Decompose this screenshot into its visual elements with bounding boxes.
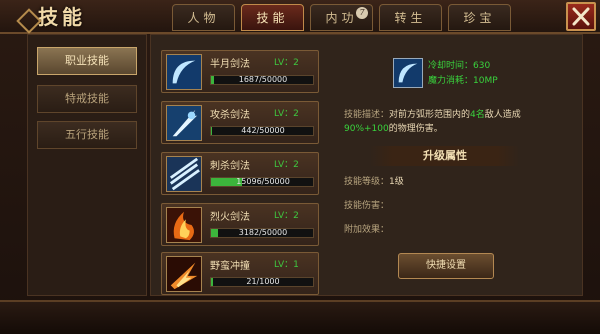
skill-progress-bar: 442/50000 <box>210 126 314 136</box>
tab-label: 珍宝 <box>463 11 496 25</box>
bottom-border <box>0 300 600 334</box>
skill-name: 刺杀剑法 <box>210 161 250 172</box>
skill-level: LV：2 <box>274 160 299 170</box>
close-icon <box>572 7 590 26</box>
description-text: 的物理伤害。 <box>388 124 443 134</box>
tab-label: 技能 <box>256 11 289 25</box>
extra-effect-label: 附加效果： <box>344 225 390 235</box>
skill-progress-text: 1687/50000 <box>238 75 288 84</box>
skill-name: 半月剑法 <box>210 59 250 70</box>
skill-damage-row: 技能伤害： <box>344 198 389 211</box>
skill-progress-bar: 15096/50000 <box>210 177 314 187</box>
skill-progress-text: 3182/50000 <box>238 228 288 237</box>
attack-slash-icon <box>166 105 202 141</box>
skill-level-label: 技能等级： <box>344 177 390 187</box>
half-moon-icon <box>393 58 423 88</box>
skill-level: LV：2 <box>274 211 299 221</box>
thrust-slash-icon <box>166 156 202 192</box>
skill-level: LV：1 <box>274 260 299 270</box>
tab-bar: 人物 技能 内功 7 转生 珍宝 <box>172 4 511 32</box>
barbarian-charge-icon <box>166 256 202 292</box>
skill-name: 野蛮冲撞 <box>210 261 250 272</box>
skill-description: 技能描述：对前方弧形范围内的4名敌人造成 90%+100的物理伤害。 <box>344 108 574 136</box>
window-title-text: 技能 <box>38 5 86 29</box>
category-five-element-skills[interactable]: 五行技能 <box>37 121 137 149</box>
tab-rebirth[interactable]: 转生 <box>379 4 442 31</box>
tab-label: 内功 <box>325 11 358 25</box>
skill-name: 攻杀剑法 <box>210 110 250 121</box>
category-panel: 职业技能 特戒技能 五行技能 <box>27 34 147 296</box>
skill-level-value: 1级 <box>389 177 404 187</box>
extra-effect-row: 附加效果： <box>344 222 389 235</box>
half-moon-icon <box>166 54 202 90</box>
category-label: 五行技能 <box>65 128 109 141</box>
skill-name: 烈火剑法 <box>210 212 250 223</box>
cooldown-text: 冷却时间：630 <box>428 61 491 71</box>
description-highlight: 90%+100 <box>344 124 389 134</box>
tab-character[interactable]: 人物 <box>172 4 235 31</box>
close-button[interactable] <box>566 2 596 31</box>
category-label: 职业技能 <box>65 54 109 67</box>
skill-card[interactable]: 野蛮冲撞 LV：1 21/1000 <box>161 252 319 295</box>
category-ring-skills[interactable]: 特戒技能 <box>37 85 137 113</box>
skill-damage-label: 技能伤害： <box>344 201 390 211</box>
tab-label: 人物 <box>187 11 220 25</box>
tab-skills[interactable]: 技能 <box>241 4 304 31</box>
skill-card[interactable]: 攻杀剑法 LV：2 442/50000 <box>161 101 319 144</box>
upgrade-attributes-header: 升级属性 <box>370 146 520 166</box>
description-text: 敌人造成 <box>484 110 521 120</box>
skill-progress-text: 442/50000 <box>241 126 285 135</box>
skill-progress-bar: 3182/50000 <box>210 228 314 238</box>
skill-progress-text: 15096/50000 <box>236 177 290 186</box>
category-label: 特戒技能 <box>65 92 109 105</box>
skill-list: 半月剑法 LV：2 1687/50000 攻杀剑法 LV：2 442/50000… <box>161 34 321 296</box>
skill-level-row: 技能等级：1级 <box>344 174 404 187</box>
category-class-skills[interactable]: 职业技能 <box>37 47 137 75</box>
skill-progress-bar: 21/1000 <box>210 277 314 287</box>
skill-progress-text: 21/1000 <box>246 277 280 286</box>
mana-cost-text: 魔力消耗：10MP <box>428 76 498 86</box>
description-highlight: 4名 <box>470 110 485 120</box>
window-title: 技能 <box>10 4 130 34</box>
tab-treasure[interactable]: 珍宝 <box>448 4 511 31</box>
skill-progress-bar: 1687/50000 <box>210 75 314 85</box>
skill-card[interactable]: 烈火剑法 LV：2 3182/50000 <box>161 203 319 246</box>
notification-badge: 7 <box>356 7 368 19</box>
skill-level: LV：2 <box>274 109 299 119</box>
skill-card[interactable]: 刺杀剑法 LV：2 15096/50000 <box>161 152 319 195</box>
description-text: 对前方弧形范围内的 <box>389 110 471 120</box>
skill-card[interactable]: 半月剑法 LV：2 1687/50000 <box>161 50 319 93</box>
description-label: 技能描述： <box>344 110 390 120</box>
tab-inner-power[interactable]: 内功 7 <box>310 4 373 31</box>
flame-sword-icon <box>166 207 202 243</box>
skill-level: LV：2 <box>274 58 299 68</box>
tab-label: 转生 <box>394 11 427 25</box>
quick-setup-button[interactable]: 快捷设置 <box>398 253 494 279</box>
